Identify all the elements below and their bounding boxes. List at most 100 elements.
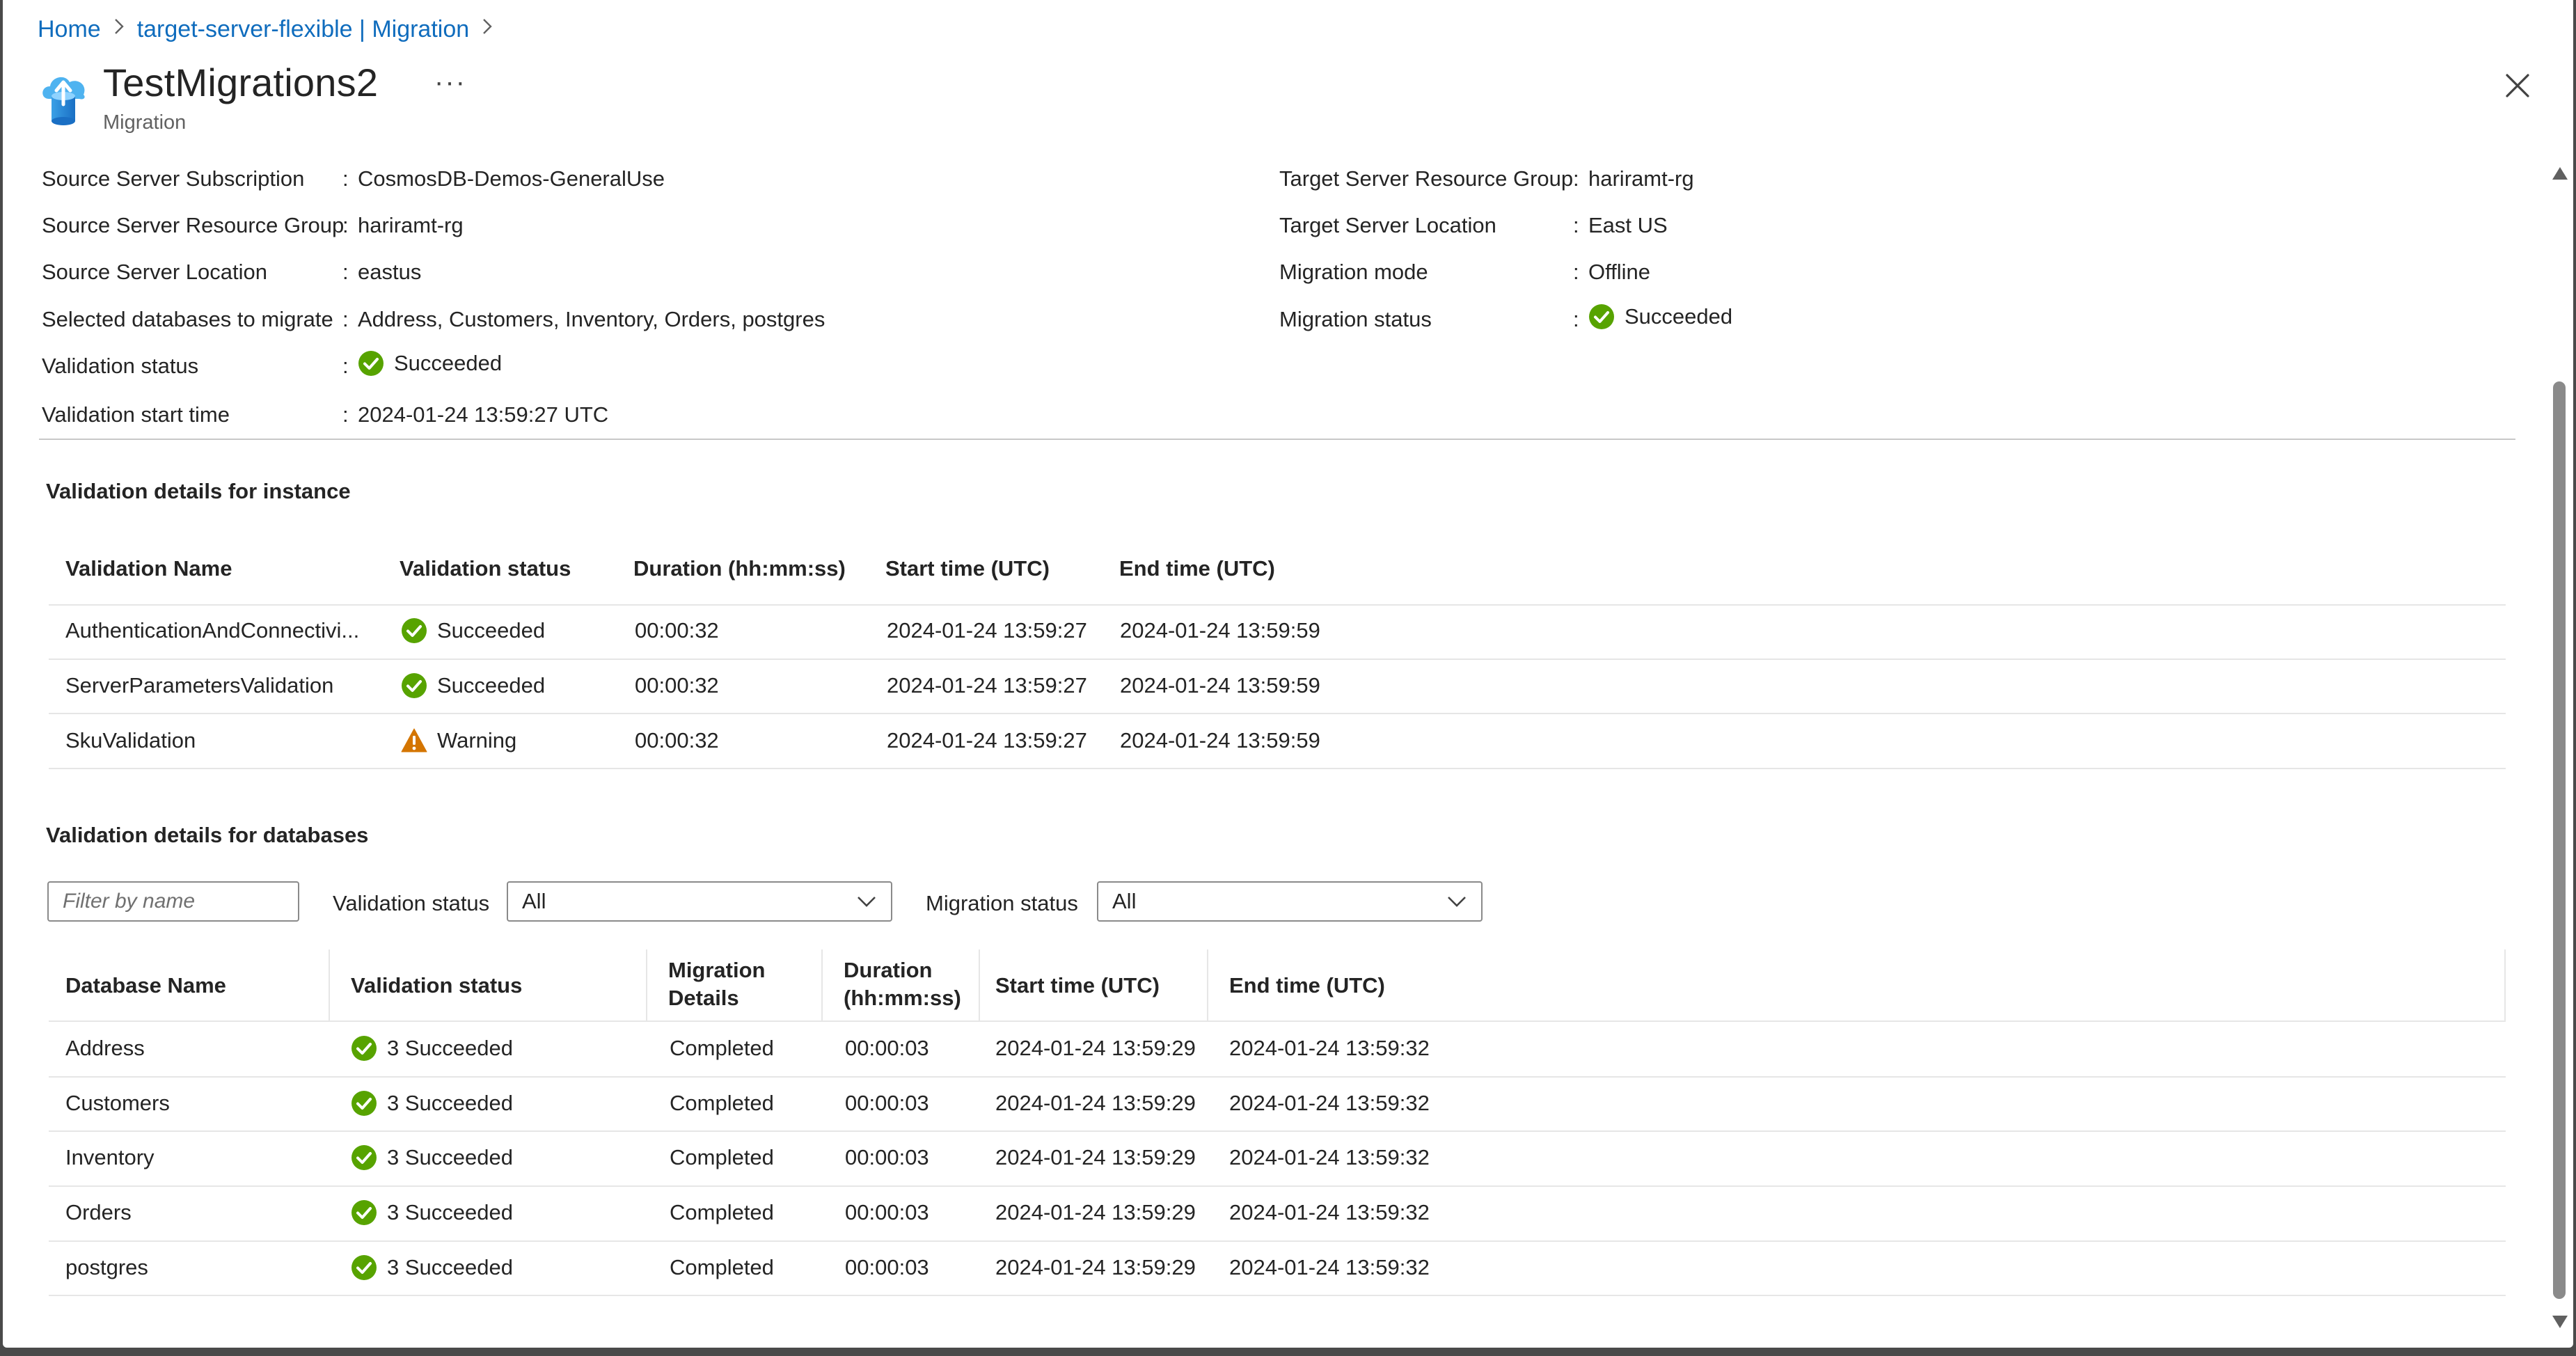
row-divider [49,1185,2506,1187]
prop-label: Source Server Subscription [42,166,305,191]
prop-value: hariramt-rg [358,213,464,237]
duration-cell: 00:00:03 [845,1036,929,1060]
chevron-down-icon [1448,897,1466,907]
checkmark-circle-icon [358,351,384,376]
scroll-down-arrow-icon[interactable] [2552,1314,2568,1330]
migration-details-cell: Completed [670,1036,774,1060]
end-time-cell: 2024-01-24 13:59:32 [1229,1091,1430,1115]
status-text: Succeeded [437,618,546,642]
start-time-cell: 2024-01-24 13:59:27 [887,673,1087,697]
validation-status-cell: 3 Succeeded [351,1033,513,1064]
status-text: 3 Succeeded [387,1200,513,1224]
row-divider [49,659,2506,660]
migration-status-dropdown[interactable]: All [1097,881,1483,922]
checkmark-circle-icon [351,1255,377,1280]
column-header: Start time (UTC) [885,556,1050,581]
migration-details-cell: Completed [670,1091,774,1115]
column-header: Validation status [351,973,523,998]
column-separator [646,949,647,1020]
start-time-cell: 2024-01-24 13:59:27 [887,618,1087,642]
validation-status-cell: 3 Succeeded [351,1252,513,1283]
status-text: Succeeded [1625,304,1733,329]
page-title: TestMigrations2 [103,61,379,104]
column-header: Duration (hh:mm:ss) [844,958,961,1010]
row-divider [49,768,2506,769]
scroll-up-arrow-icon[interactable] [2552,166,2568,181]
validation-status-cell: Warning [401,725,516,756]
prop-colon: : [342,213,349,237]
section-divider [39,439,2515,440]
duration-cell: 00:00:03 [845,1145,929,1169]
prop-colon: : [1573,166,1579,191]
scrollbar-thumb[interactable] [2553,381,2566,1299]
dropdown-value: All [1112,889,1137,913]
end-time-cell: 2024-01-24 13:59:59 [1120,728,1320,752]
database-link[interactable]: Customers [65,1088,170,1119]
breadcrumb-home-link[interactable]: Home [38,16,101,43]
filter-by-name-input[interactable] [47,881,299,922]
row-divider [49,1130,2506,1132]
status-text: Succeeded [437,673,546,697]
start-time-cell: 2024-01-24 13:59:29 [995,1036,1196,1060]
prop-colon: : [1573,260,1579,284]
prop-value: Offline [1588,260,1651,284]
database-link[interactable]: postgres [65,1252,148,1283]
start-time-cell: 2024-01-24 13:59:29 [995,1200,1196,1224]
column-header: End time (UTC) [1119,556,1275,581]
validation-status-filter-label: Validation status [333,891,490,915]
databases-section-title: Validation details for databases [46,823,369,847]
duration-cell: 00:00:03 [845,1255,929,1279]
checkmark-circle-icon [402,618,427,643]
database-link[interactable]: Inventory [65,1142,155,1173]
duration-cell: 00:00:32 [635,673,719,697]
breadcrumb-parent-link[interactable]: target-server-flexible | Migration [137,16,469,43]
sku-validation-link[interactable]: SkuValidation [65,725,196,756]
column-header: End time (UTC) [1229,973,1385,998]
validation-status-dropdown[interactable]: All [507,881,892,922]
migration-details-cell: Completed [670,1200,774,1224]
validation-status-cell: 3 Succeeded [351,1142,513,1173]
prop-colon: : [342,354,349,378]
prop-label: Migration mode [1279,260,1428,284]
duration-cell: 00:00:32 [635,618,719,642]
row-divider [49,1295,2506,1296]
validation-status-cell: 3 Succeeded [351,1088,513,1119]
duration-cell: 00:00:03 [845,1200,929,1224]
prop-label: Migration status [1279,307,1432,331]
prop-label: Target Server Resource Group [1279,166,1574,191]
end-time-cell: 2024-01-24 13:59:59 [1120,618,1320,642]
column-separator [1207,949,1208,1020]
prop-value: 2024-01-24 13:59:27 UTC [358,402,609,427]
prop-value: Address, Customers, Inventory, Orders, p… [358,307,825,331]
validation-status-cell: Succeeded [401,670,545,701]
row-divider [49,713,2506,714]
start-time-cell: 2024-01-24 13:59:27 [887,728,1087,752]
migration-status-filter-label: Migration status [926,891,1078,915]
more-icon[interactable]: ··· [434,67,466,98]
database-link[interactable]: Address [65,1033,145,1064]
status-text: 3 Succeeded [387,1145,513,1169]
migration-details-panel: Home target-server-flexible | Migration … [3,0,2573,1348]
column-separator [2504,949,2506,1020]
column-separator [979,949,980,1020]
status-text: 3 Succeeded [387,1091,513,1115]
prop-colon: : [342,307,349,331]
validation-status-value: Succeeded [358,350,502,377]
database-link[interactable]: Orders [65,1197,132,1228]
migration-details-cell: Completed [670,1255,774,1279]
chevron-down-icon [858,897,876,907]
close-icon[interactable] [2500,68,2535,103]
status-text: Succeeded [394,351,503,375]
checkmark-circle-icon [351,1200,377,1225]
row-divider [49,1020,2506,1022]
page-subtitle: Migration [103,111,187,134]
start-time-cell: 2024-01-24 13:59:29 [995,1091,1196,1115]
checkmark-circle-icon [351,1036,377,1061]
breadcrumb: Home target-server-flexible | Migration [38,13,505,46]
column-separator [821,949,823,1020]
prop-colon: : [342,402,349,427]
end-time-cell: 2024-01-24 13:59:32 [1229,1255,1430,1279]
checkmark-circle-icon [351,1145,377,1170]
prop-label: Source Server Resource Group [42,213,345,237]
status-text: 3 Succeeded [387,1036,513,1060]
